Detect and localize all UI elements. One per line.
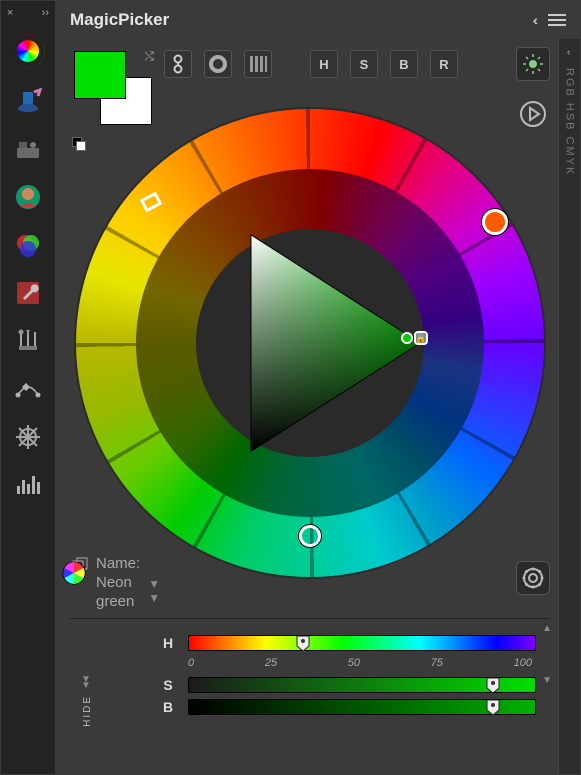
titlebar: MagicPicker ‹‹ — [56, 1, 580, 39]
slider-h-track[interactable] — [188, 635, 536, 651]
rail-brushes-icon[interactable] — [8, 319, 48, 363]
sliders-collapse-up-icon[interactable]: ▲ — [542, 623, 552, 634]
color-wheel[interactable]: 🔒 — [70, 103, 550, 583]
canvas-column: ⤭ H S B R — [56, 39, 558, 774]
mode-r-button[interactable]: R — [430, 50, 458, 78]
brightness-icon[interactable] — [516, 47, 550, 81]
link-mode-icon[interactable] — [164, 50, 192, 78]
color-name-line2: green — [96, 593, 140, 610]
swap-colors-icon[interactable]: ⤭ — [144, 49, 154, 64]
hide-arrows-icon[interactable]: ▼▼ — [81, 677, 91, 689]
mode-s-button[interactable]: S — [350, 50, 378, 78]
slider-s-label: S — [160, 677, 176, 693]
complement-indicator-icon[interactable] — [482, 209, 508, 235]
slider-b-row: B — [84, 699, 536, 715]
left-tool-rail: × ›› — [1, 1, 56, 774]
panel-body: ⤭ H S B R — [56, 39, 580, 774]
ring-mode-icon[interactable] — [204, 50, 232, 78]
sliders-collapse-down-icon[interactable]: ▼ — [542, 675, 552, 686]
expand-icon[interactable]: ›› — [42, 7, 49, 19]
stripes-mode-icon[interactable] — [244, 50, 272, 78]
right-mode-rail: ›› RGB HSB CMYK — [558, 39, 580, 774]
rail-ship-wheel-icon[interactable] — [8, 415, 48, 459]
app-root: × ›› MagicPicker ‹‹ — [0, 0, 581, 775]
rail-rgb-venn-icon[interactable] — [8, 223, 48, 267]
slider-s-track[interactable] — [188, 677, 536, 693]
rail-hardware-icon[interactable] — [8, 127, 48, 171]
triad-indicator-icon[interactable] — [299, 525, 321, 547]
color-schemes-icon[interactable] — [60, 559, 88, 587]
hamburger-menu-icon[interactable] — [548, 14, 566, 26]
picked-color-lock-icon[interactable]: 🔒 — [401, 331, 428, 345]
collapse-panel-icon[interactable]: ‹‹ — [533, 12, 534, 28]
slider-h-row: H — [84, 635, 536, 651]
rail-wrench-icon[interactable] — [8, 271, 48, 315]
mode-h-button[interactable]: H — [310, 50, 338, 78]
slider-h-label: H — [160, 635, 176, 651]
colorspace-label[interactable]: RGB HSB CMYK — [564, 68, 576, 176]
sv-triangle[interactable] — [192, 225, 428, 461]
rail-equalizer-icon[interactable] — [8, 463, 48, 507]
mode-button-row: H S B R — [164, 47, 550, 81]
slider-s-row: S — [84, 677, 536, 693]
close-icon[interactable]: × — [7, 7, 13, 19]
app-logo-icon[interactable] — [8, 31, 48, 71]
slider-b-label: B — [160, 699, 176, 715]
main-panel: MagicPicker ‹‹ ⤭ — [56, 1, 580, 774]
slider-b-track[interactable] — [188, 699, 536, 715]
foreground-swatch[interactable] — [74, 51, 126, 99]
mode-b-button[interactable]: B — [390, 50, 418, 78]
panel-title: MagicPicker — [70, 10, 169, 30]
hsb-sliders: ▼▼ HIDE ▲ ▼ H 0255075100 — [70, 618, 550, 735]
rail-pen-curve-icon[interactable] — [8, 367, 48, 411]
slider-scale: 0255075100 — [84, 657, 536, 671]
rail-magic-hat-icon[interactable] — [8, 79, 48, 123]
rail-portrait-icon[interactable] — [8, 175, 48, 219]
hide-label[interactable]: HIDE — [82, 695, 93, 727]
